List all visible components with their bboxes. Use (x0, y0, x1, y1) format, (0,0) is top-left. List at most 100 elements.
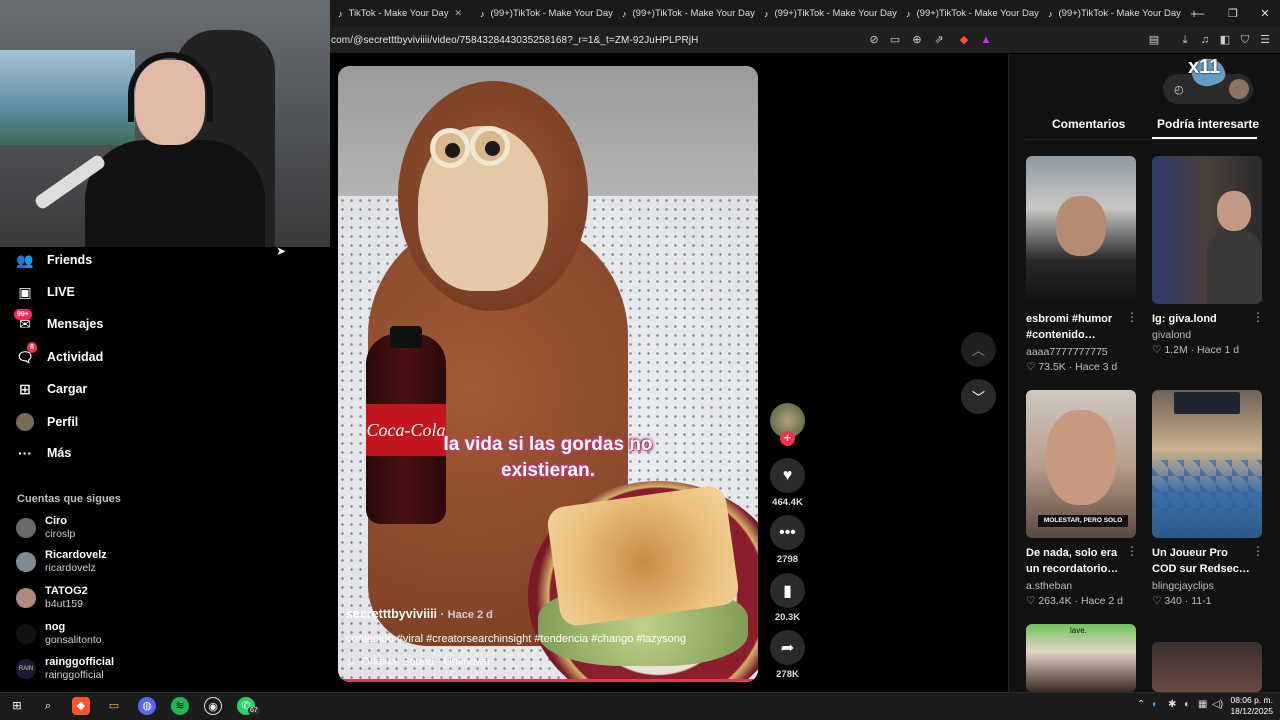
rec-user[interactable]: aaaa7777777775 (1026, 346, 1108, 358)
previous-video-button[interactable]: ︿ (961, 332, 996, 367)
tab-title: (99+)TikTok - Make Your Day (1058, 8, 1181, 19)
share-arrow-icon[interactable]: ➦ (770, 630, 805, 665)
sidebar-item-live[interactable]: ▣ LIVE (16, 280, 74, 304)
steam-tray-icon[interactable]: ◐ (1152, 699, 1158, 710)
heart-icon[interactable]: ♥ (770, 458, 805, 493)
more-options-icon[interactable]: ⋮ (1252, 310, 1264, 324)
network-tray-icon[interactable]: ▦ (1198, 699, 1207, 710)
close-tab-icon[interactable]: ✕ (454, 8, 462, 19)
brave-rewards-icon[interactable]: ▲ (978, 32, 994, 48)
comment-action[interactable]: ••• 2798 (770, 515, 805, 565)
obs-icon[interactable]: ◉ (204, 697, 222, 715)
bluetooth-tray-icon[interactable]: ✱ (1168, 699, 1176, 710)
video-author[interactable]: secretttbyviviiii · Hace 2 d (346, 607, 493, 621)
following-account[interactable]: nog gonsalitonto (16, 621, 102, 647)
tracking-off-icon[interactable]: ⊘ (866, 32, 882, 48)
rec-user[interactable]: givalond (1152, 329, 1191, 341)
share-action[interactable]: ➦ 278K (770, 630, 805, 680)
rec-title[interactable]: Un Joueur Pro COD sur Redsec… (1152, 545, 1252, 577)
video-progress-bar[interactable] (338, 679, 758, 682)
zoom-icon[interactable]: ⊕ (909, 32, 925, 48)
browser-tab[interactable]: ♪ TikTok - Make Your Day ✕ (330, 0, 472, 27)
rec-user[interactable]: blingcjayclips (1152, 580, 1214, 592)
menu-icon[interactable]: ☰ (1257, 32, 1273, 48)
follow-button[interactable]: + (780, 431, 795, 446)
following-account[interactable]: Ciro ciroslp (16, 515, 75, 541)
volume-tray-icon[interactable]: ◁) (1212, 699, 1223, 710)
activity-icon: 🗨 8 (16, 342, 37, 366)
taskbar-clock[interactable]: 08:06 p. m. 18/12/2025 (1225, 695, 1273, 717)
like-action[interactable]: ♥ 464.4K (770, 458, 805, 508)
following-account[interactable]: Ricardovelz ricardovelz (16, 549, 107, 575)
rec-when: Hace 3 d (1075, 361, 1118, 373)
comment-count: 2798 (776, 554, 799, 565)
sidebar-item-more[interactable]: ··· Más (16, 441, 71, 465)
search-icon[interactable]: ⌕ (39, 697, 57, 715)
brave-browser-icon[interactable]: ◆ (72, 697, 90, 715)
more-options-icon[interactable]: ⋮ (1126, 310, 1138, 324)
following-account[interactable]: TATOG2 b4ut159 (16, 585, 88, 611)
close-window-button[interactable]: ✕ (1248, 0, 1280, 27)
video-player[interactable]: Coca-Cola la vida si las gordas no exist… (338, 66, 758, 682)
author-name[interactable]: secretttbyviviiii (346, 607, 437, 621)
next-video-button[interactable]: ﹀ (961, 379, 996, 414)
address-bar[interactable]: com/@secretttbyviviiii/video/75843284430… (330, 27, 1280, 53)
rec-title[interactable]: esbromi #humor #contenido… (1026, 311, 1126, 343)
tab-comments[interactable]: Comentarios (1052, 117, 1125, 131)
tab-title: TikTok - Make Your Day (348, 8, 449, 19)
discord-icon[interactable]: ◍ (138, 697, 156, 715)
download-icon[interactable]: ⤓ (1177, 32, 1193, 48)
sidebar-item-activity[interactable]: 🗨 8 Actividad (16, 342, 103, 369)
more-options-icon[interactable]: ⋮ (1252, 544, 1264, 558)
avatar[interactable] (1229, 79, 1249, 99)
sidebar-item-profile[interactable]: Perfil (16, 410, 78, 434)
cast-icon[interactable]: ▭ (887, 32, 903, 48)
rec-title[interactable]: Ig: giva.lond (1152, 311, 1252, 327)
clock-time: 08:06 p. m. (1230, 695, 1273, 705)
comment-icon[interactable]: ••• (770, 515, 805, 550)
active-tab-indicator (1152, 137, 1257, 139)
mic-tray-icon[interactable]: ◖ (1183, 699, 1189, 710)
media-icon[interactable]: ♫ (1197, 32, 1213, 48)
browser-tab[interactable]: ♪(99+)TikTok - Make Your Day✕ (756, 0, 898, 27)
browser-tab[interactable]: ♪(99+)TikTok - Make Your Day✕ (1040, 0, 1182, 27)
following-account[interactable]: RAIN rainggofficial rainggofficial (16, 656, 114, 682)
rec-title[interactable]: De nada, solo era un recordatorio… (1026, 545, 1126, 577)
tab-suggested[interactable]: Podría interesarte (1157, 117, 1259, 131)
minimize-button[interactable]: — (1182, 0, 1216, 27)
sidebar-item-friends[interactable]: 👥 Friends (16, 248, 92, 272)
video-thumbnail[interactable] (1026, 156, 1136, 304)
windows-start-icon[interactable]: ⊞ (8, 697, 26, 715)
tray-chevron-icon[interactable]: ⌃ (1137, 699, 1145, 710)
brave-shields-icon[interactable]: ◆ (956, 32, 972, 48)
restore-button[interactable]: ❐ (1216, 0, 1250, 27)
save-action[interactable]: ▮ 20.3K (770, 573, 805, 623)
share-count: 278K (776, 669, 799, 680)
video-sound[interactable]: ♫ Original Sound - Unknown (346, 656, 490, 668)
share-icon[interactable]: ⇗ (931, 32, 947, 48)
sidebar-item-upload[interactable]: ⊞ Cargar (16, 377, 87, 401)
side-panel-icon[interactable]: ◧ (1217, 32, 1233, 48)
rec-likes: 340 (1164, 595, 1182, 607)
browser-tab[interactable]: ♪(99+)TikTok - Make Your Day✕ (614, 0, 756, 27)
rec-likes: 73.5K (1038, 361, 1066, 373)
bookmark-icon[interactable]: ▮ (770, 573, 805, 608)
sidebar-item-messages[interactable]: ✉ 99+ Mensajes (14, 309, 103, 336)
spotify-icon[interactable]: ≋ (171, 697, 189, 715)
sidebar-toggle-icon[interactable]: ▤ (1146, 32, 1162, 48)
video-thumbnail[interactable] (1152, 390, 1262, 538)
video-thumbnail[interactable]: lave. (1026, 624, 1136, 692)
tab-title: (99+)TikTok - Make Your Day (490, 8, 613, 19)
url-text[interactable]: com/@secretttbyviviiii/video/75843284430… (331, 35, 698, 46)
video-thumbnail[interactable]: MOLESTAR, PERO SOLO (1026, 390, 1136, 538)
browser-tab[interactable]: ♪(99+)TikTok - Make Your Day✕ (898, 0, 1040, 27)
vpn-icon[interactable]: ⛉ (1237, 32, 1253, 48)
file-explorer-icon[interactable]: ▭ (105, 697, 123, 715)
more-options-icon[interactable]: ⋮ (1126, 544, 1138, 558)
video-thumbnail[interactable] (1152, 642, 1262, 692)
rec-user[interactable]: a.stheban (1026, 580, 1072, 592)
video-caption[interactable]: contenido #viral #creatorsearchinsight #… (346, 633, 686, 645)
video-thumbnail[interactable] (1152, 156, 1262, 304)
browser-tab[interactable]: ♪(99+)TikTok - Make Your Day✕ (472, 0, 614, 27)
sound-name[interactable]: Original Sound - Unknown (361, 656, 489, 668)
